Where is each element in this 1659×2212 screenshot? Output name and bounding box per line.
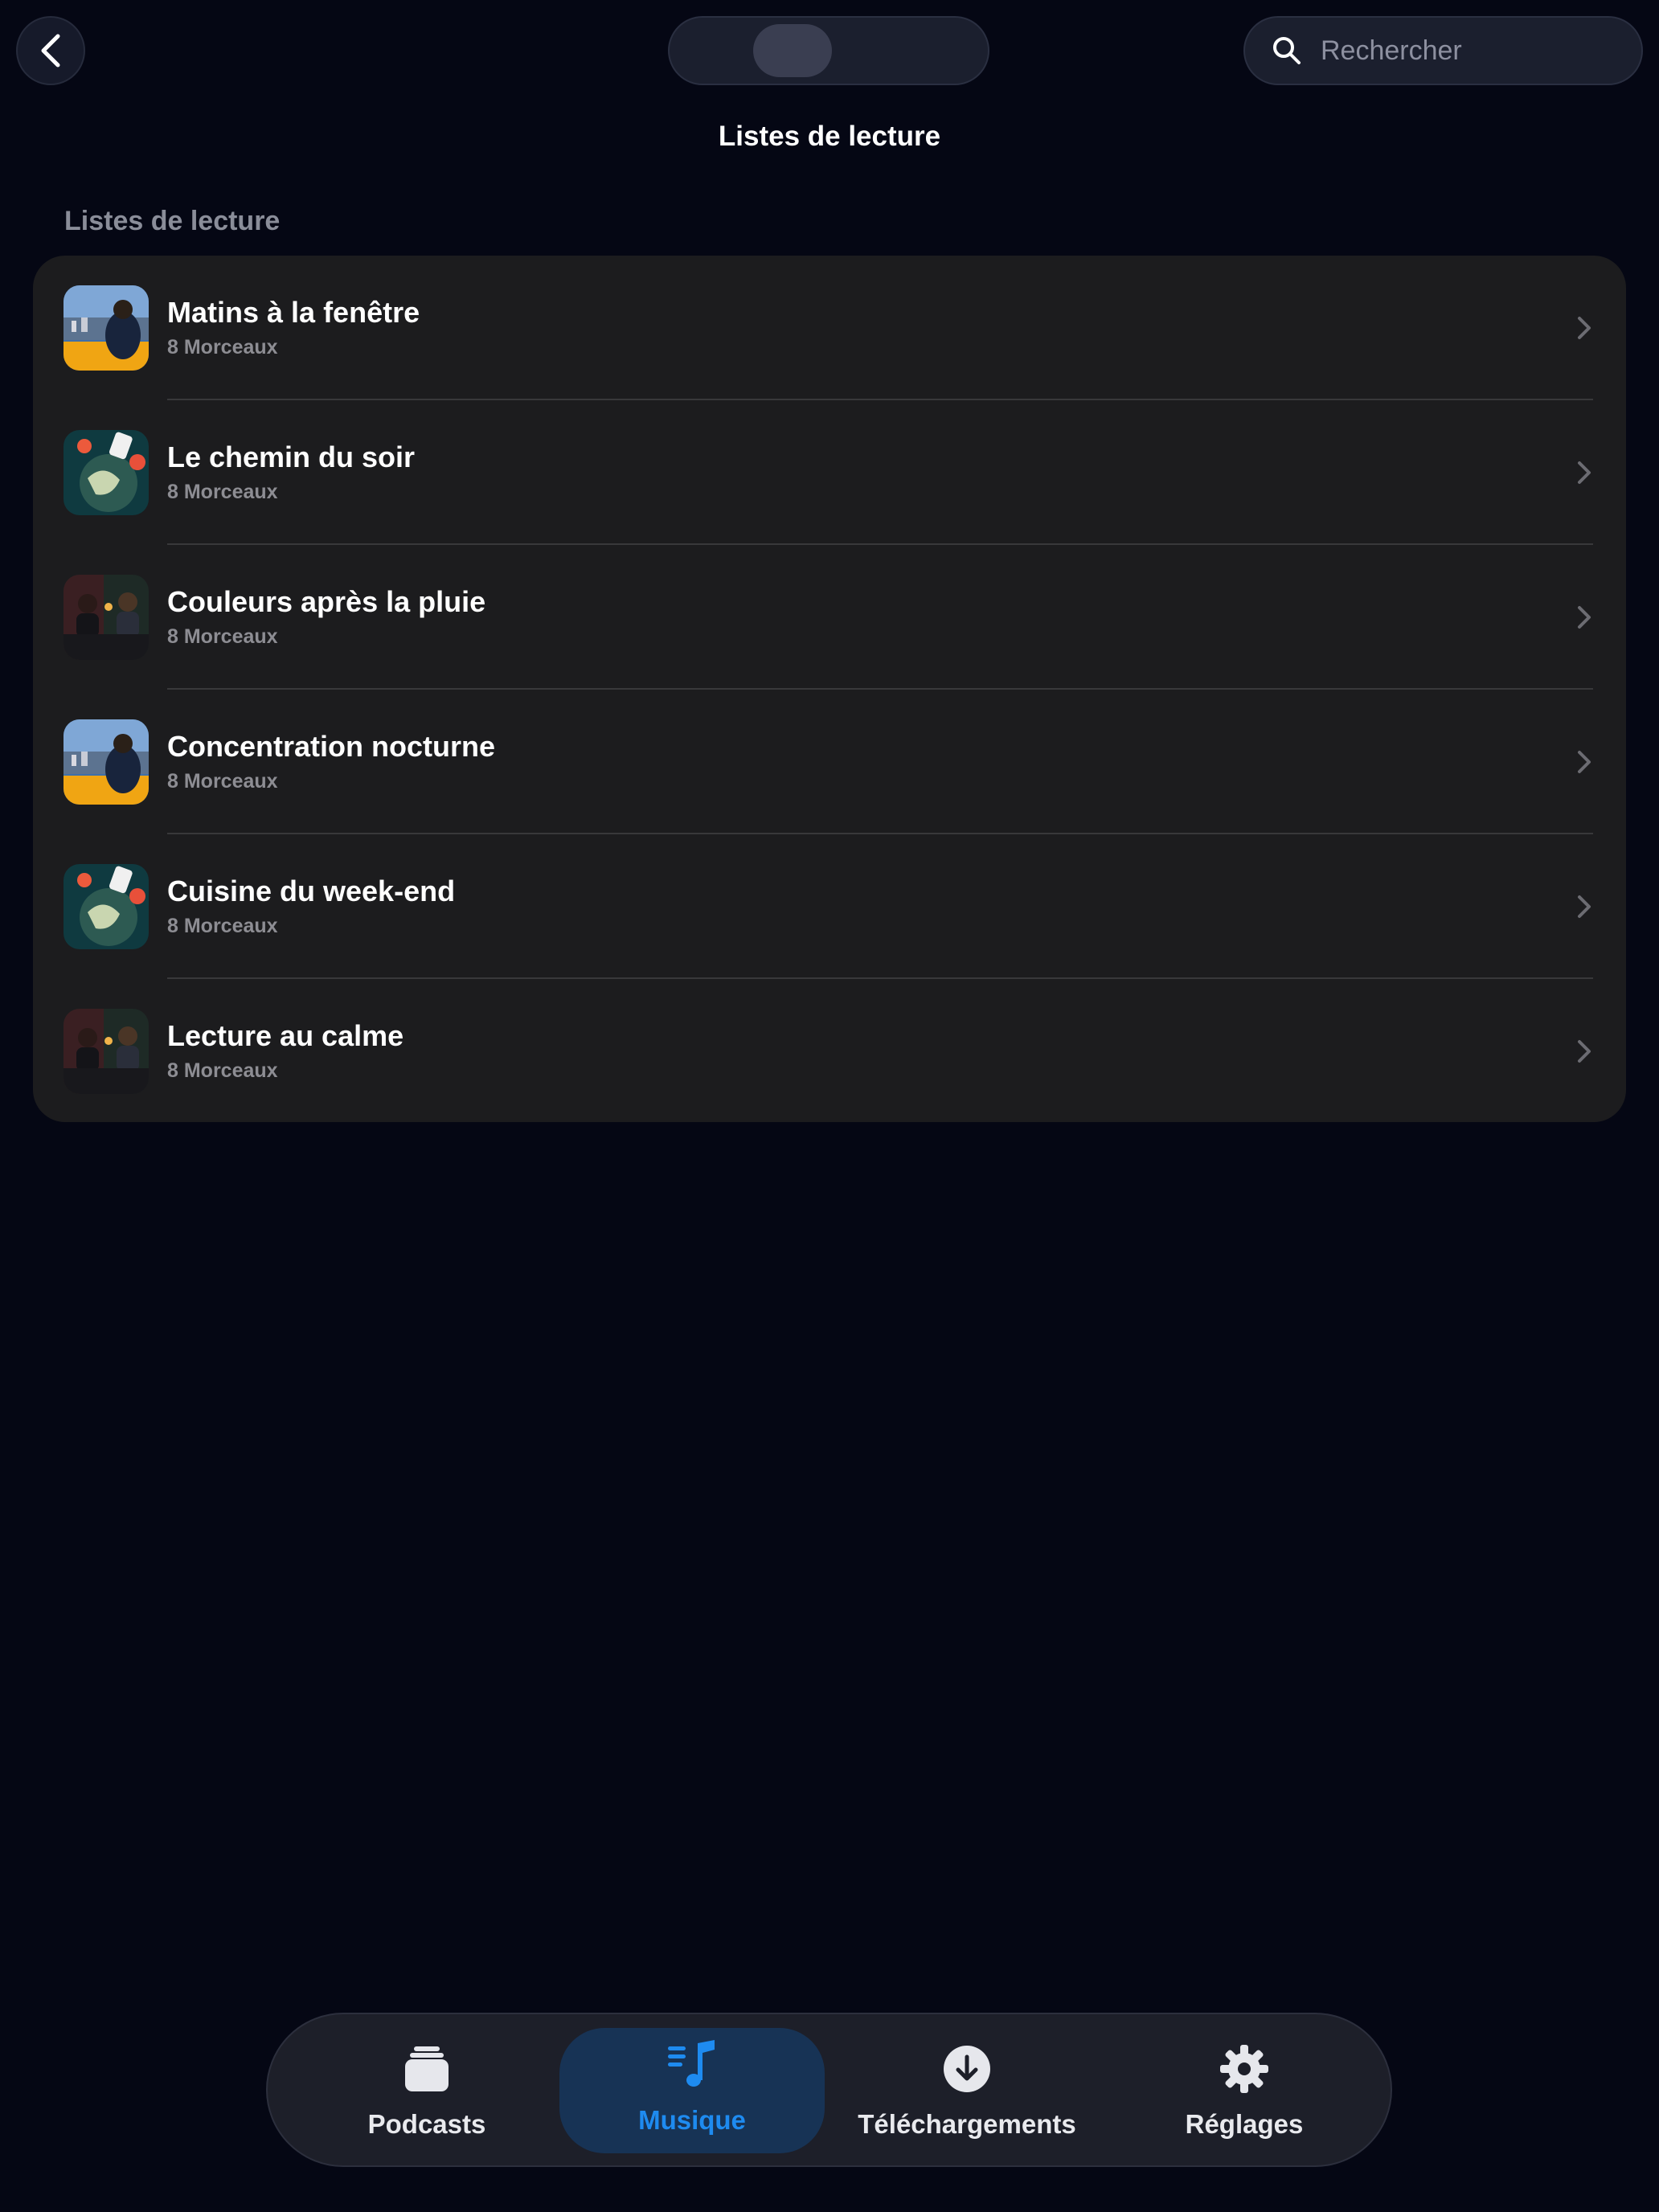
playlist-track-count: 8 Morceaux [167, 481, 278, 503]
playlist-row[interactable]: Lecture au calme 8 Morceaux [33, 979, 1626, 1122]
playlist-title: Cuisine du week-end [167, 875, 456, 907]
playlist-track-count: 8 Morceaux [167, 915, 278, 937]
playlist-track-count: 8 Morceaux [167, 770, 278, 793]
chevron-right-icon [1578, 1040, 1591, 1063]
playlist-row[interactable]: Cuisine du week-end 8 Morceaux [33, 834, 1626, 979]
chevron-right-icon [1578, 751, 1591, 773]
chevron-right-icon [1578, 461, 1591, 484]
tab-label: Réglages [1185, 2109, 1304, 2139]
tab-label: Téléchargements [858, 2109, 1076, 2139]
tab-bar: Podcasts Musique Téléchargements Réglage… [266, 2013, 1392, 2167]
window-city-art [63, 285, 149, 371]
search-placeholder[interactable]: Rechercher [1321, 35, 1462, 67]
playlist-title: Lecture au calme [167, 1019, 404, 1052]
music-list-icon [668, 2040, 715, 2087]
playlist-title: Matins à la fenêtre [167, 296, 420, 329]
download-circle-icon [944, 2046, 990, 2092]
playlist-row[interactable]: Concentration nocturne 8 Morceaux [33, 690, 1626, 834]
tab-reglages[interactable]: Réglages [1112, 2014, 1377, 2165]
tab-label: Musique [638, 2105, 746, 2135]
chevron-right-icon [1578, 895, 1591, 918]
chevron-right-icon [1578, 606, 1591, 629]
tab-musique[interactable]: Musique [559, 2014, 825, 2165]
playlist-list: Matins à la fenêtre 8 Morceaux Le chemin… [33, 256, 1626, 1122]
window-city-art [63, 719, 149, 805]
playlist-row[interactable]: Couleurs après la pluie 8 Morceaux [33, 545, 1626, 690]
dinner-table-art [63, 1009, 149, 1094]
back-button[interactable] [16, 16, 85, 85]
view-toggle[interactable] [668, 16, 989, 85]
playlist-track-count: 8 Morceaux [167, 625, 278, 648]
section-header: Listes de lecture [64, 206, 281, 236]
chevron-right-icon [1578, 317, 1591, 339]
search-field[interactable]: Rechercher [1243, 16, 1643, 85]
dinner-table-art [63, 575, 149, 660]
tab-telechargements[interactable]: Téléchargements [834, 2014, 1100, 2165]
search-icon [1273, 37, 1301, 64]
gear-icon [1220, 2045, 1268, 2093]
playlist-title: Couleurs après la pluie [167, 585, 486, 618]
playlist-row[interactable]: Matins à la fenêtre 8 Morceaux [33, 256, 1626, 400]
podcasts-stack-icon [405, 2046, 449, 2091]
space-globe-art [63, 864, 149, 949]
tab-label: Podcasts [367, 2109, 486, 2139]
tab-podcasts[interactable]: Podcasts [294, 2014, 559, 2165]
playlist-title: Le chemin du soir [167, 440, 416, 473]
playlist-row[interactable]: Le chemin du soir 8 Morceaux [33, 400, 1626, 545]
view-toggle-knob[interactable] [753, 24, 832, 77]
playlist-title: Concentration nocturne [167, 730, 496, 763]
page-title: Listes de lecture [718, 121, 941, 152]
playlist-track-count: 8 Morceaux [167, 1059, 278, 1082]
space-globe-art [63, 430, 149, 515]
chevron-left-icon [41, 34, 60, 68]
playlist-track-count: 8 Morceaux [167, 336, 278, 358]
